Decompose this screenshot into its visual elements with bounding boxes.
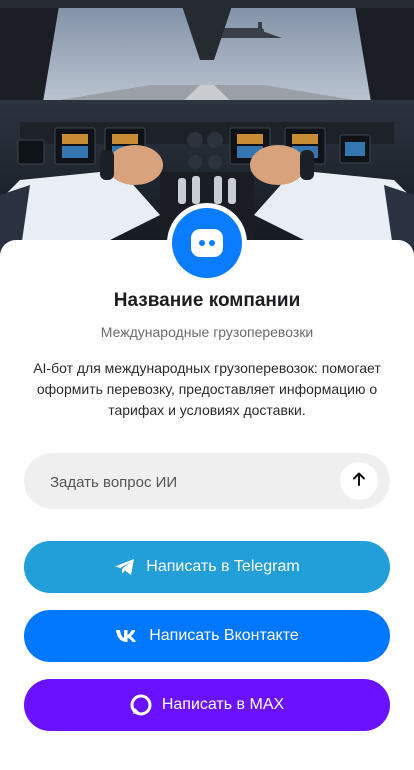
vk-icon [115, 629, 139, 643]
telegram-button-label: Написать в Telegram [146, 558, 300, 575]
vk-button[interactable]: Написать Вконтакте [24, 610, 390, 662]
telegram-icon [114, 557, 136, 577]
telegram-button[interactable]: Написать в Telegram [24, 541, 390, 593]
max-button[interactable]: Написать в MAX [24, 679, 390, 731]
max-button-label: Написать в MAX [161, 696, 285, 713]
company-subtitle: Международные грузоперевозки [100, 324, 314, 340]
company-name: Название компании [113, 290, 301, 311]
company-description: AI-бот для международных грузоперевозок:… [33, 360, 381, 418]
send-button[interactable] [340, 462, 378, 500]
max-icon [130, 694, 152, 716]
vk-button-label: Написать Вконтакте [149, 627, 299, 644]
arrow-up-icon [351, 471, 367, 492]
ask-ai-input[interactable] [48, 453, 342, 511]
chat-bot-icon [172, 208, 242, 278]
ask-ai-field [24, 453, 390, 511]
company-avatar [167, 203, 247, 283]
